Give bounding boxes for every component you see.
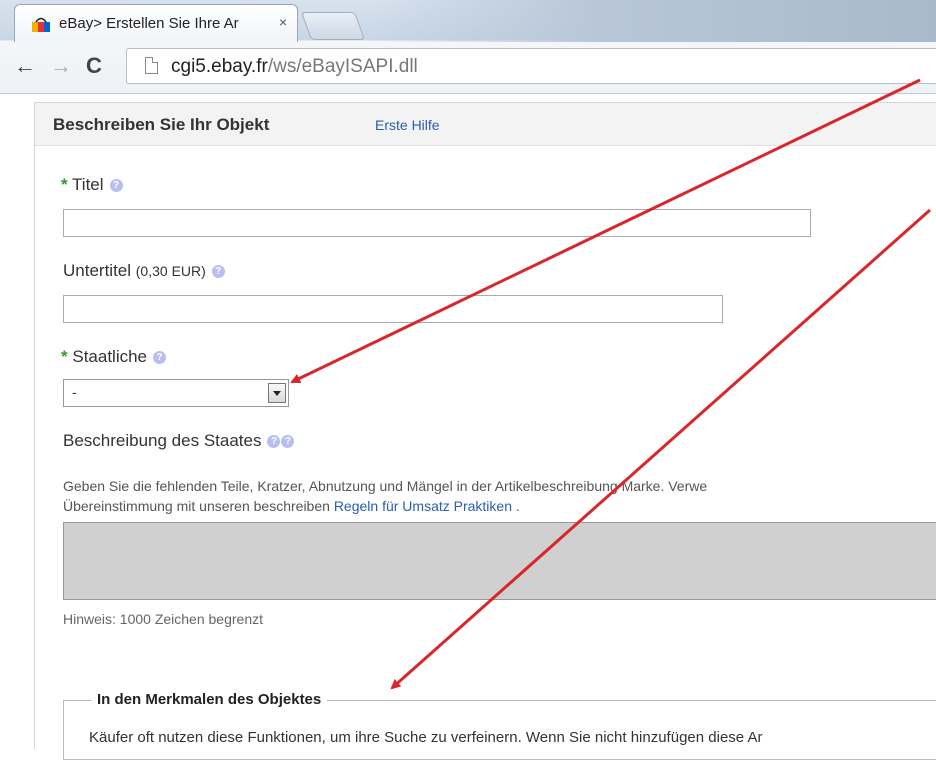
forward-button[interactable]: → bbox=[50, 53, 72, 79]
condition-select-value: - bbox=[72, 384, 77, 400]
page-title: Beschreiben Sie Ihr Objekt bbox=[53, 115, 270, 134]
url-path: /ws/eBayISAPI.dll bbox=[267, 56, 418, 77]
required-mark: * bbox=[61, 175, 68, 194]
help-icon[interactable]: ? bbox=[211, 265, 225, 279]
condition-description-textarea[interactable] bbox=[63, 522, 936, 600]
condition-description-text-3: . bbox=[515, 498, 520, 514]
item-specifics-text: Käufer oft nutzen diese Funktionen, um i… bbox=[89, 729, 763, 746]
url-host: cgi5.ebay.fr bbox=[171, 56, 268, 77]
condition-description-text: Geben Sie die fehlenden Teile, Kratzer, … bbox=[63, 476, 936, 516]
subtitle-label: Untertitel (0,30 EUR)? bbox=[63, 261, 225, 281]
help-icon[interactable]: ? bbox=[153, 351, 167, 365]
chevron-down-icon[interactable] bbox=[268, 383, 286, 403]
tab-close-icon[interactable]: × bbox=[279, 14, 287, 30]
page-icon bbox=[145, 57, 158, 74]
required-mark: * bbox=[61, 347, 68, 366]
subtitle-price: (0,30 EUR) bbox=[135, 263, 206, 279]
reload-button[interactable]: C bbox=[86, 53, 102, 79]
browser-tab[interactable]: eBay> Erstellen Sie Ihre Ar × bbox=[14, 4, 298, 42]
new-tab-button[interactable] bbox=[300, 12, 366, 40]
titlebar-background bbox=[370, 0, 936, 42]
policy-link[interactable]: Regeln für Umsatz Praktiken bbox=[334, 498, 512, 514]
title-input[interactable] bbox=[63, 209, 811, 237]
browser-chrome: eBay> Erstellen Sie Ihre Ar × ← → C cgi5… bbox=[0, 0, 936, 94]
url-text: cgi5.ebay.fr/ws/eBayISAPI.dll bbox=[171, 56, 418, 78]
subtitle-label-text: Untertitel bbox=[63, 261, 132, 280]
condition-select[interactable]: - bbox=[63, 379, 289, 407]
title-label-text: Titel bbox=[72, 175, 104, 194]
condition-description-line-1: Geben Sie die fehlenden Teile, Kratzer, … bbox=[63, 478, 708, 494]
help-icon[interactable]: ? bbox=[109, 179, 123, 193]
section-header: Beschreiben Sie Ihr Objekt Erste Hilfe bbox=[35, 103, 936, 146]
ebay-favicon-icon bbox=[32, 17, 50, 32]
help-icon[interactable]: ? bbox=[267, 435, 281, 449]
help-icon[interactable]: ? bbox=[281, 435, 295, 449]
condition-description-label: Beschreibung des Staates?? bbox=[63, 431, 295, 451]
item-specifics-legend: In den Merkmalen des Objektes bbox=[91, 691, 328, 708]
condition-label-text: Staatliche bbox=[72, 347, 148, 366]
subtitle-input[interactable] bbox=[63, 295, 723, 323]
listing-form: Beschreiben Sie Ihr Objekt Erste Hilfe *… bbox=[34, 102, 936, 760]
help-link[interactable]: Erste Hilfe bbox=[375, 117, 440, 133]
address-bar[interactable]: cgi5.ebay.fr/ws/eBayISAPI.dll bbox=[126, 48, 936, 84]
condition-description-text-2: Übereinstimmung mit unseren beschreiben bbox=[63, 498, 330, 514]
condition-label: * Staatliche? bbox=[61, 347, 167, 367]
title-label: * Titel? bbox=[61, 175, 123, 195]
condition-description-line-2: Übereinstimmung mit unseren beschreiben … bbox=[63, 496, 936, 516]
character-limit-hint: Hinweis: 1000 Zeichen begrenzt bbox=[63, 611, 264, 627]
condition-description-label-text: Beschreibung des Staates bbox=[63, 431, 262, 450]
tab-title: eBay> Erstellen Sie Ihre Ar bbox=[59, 15, 239, 32]
back-button[interactable]: ← bbox=[14, 53, 36, 79]
